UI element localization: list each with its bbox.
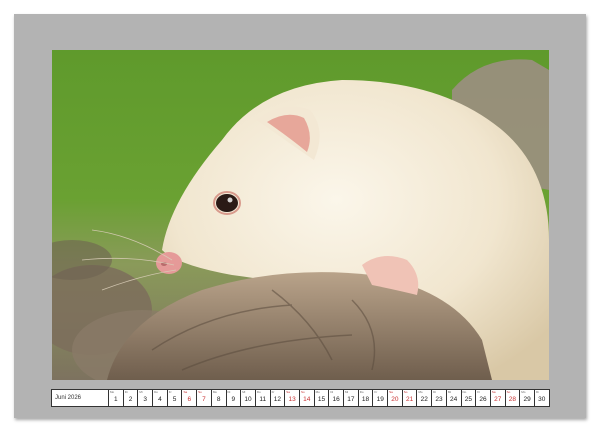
day-number: 23 [435, 396, 443, 403]
day-number: 9 [231, 396, 236, 403]
calendar-day-cell: Mi 17 [344, 389, 359, 407]
calendar-day-cell: Fr 5 [167, 389, 183, 407]
calendar-day-cell: So 14 [299, 389, 315, 407]
weekday-label: Di [535, 390, 539, 394]
ferret-photo [52, 50, 549, 380]
weekday-label: Mo [212, 390, 217, 394]
calendar-day-cell: Mo 22 [417, 389, 433, 407]
day-number: 20 [391, 396, 399, 403]
weekday-label: Sa [389, 390, 393, 394]
calendar-day-cell: Di 9 [226, 389, 242, 407]
calendar-day-cell: Di 23 [432, 389, 447, 407]
weekday-label: Sa [286, 390, 290, 394]
weekday-label: Mi [345, 390, 349, 394]
calendar-day-cell: Mo 8 [211, 389, 227, 407]
weekday-label: Mi [242, 390, 246, 394]
day-number: 26 [479, 396, 487, 403]
weekday-label: Di [433, 390, 436, 394]
day-number: 18 [361, 396, 370, 403]
day-number: 22 [420, 396, 428, 403]
day-number: 30 [538, 396, 546, 403]
calendar-day-cell: Fr 12 [270, 389, 286, 407]
day-number: 15 [317, 396, 326, 403]
weekday-label: So [300, 390, 305, 394]
weekday-label: Fr [271, 390, 275, 394]
calendar-day-cell: Mo 15 [314, 389, 330, 407]
day-number: 6 [187, 396, 192, 403]
day-number: 14 [303, 396, 311, 403]
calendar-day-cell: Mo 29 [520, 389, 535, 407]
weekday-label: Do [256, 390, 261, 394]
weekday-label: Mo [315, 390, 320, 394]
calendar-day-cell: Do 4 [153, 389, 168, 407]
calendar-day-cell: Di 2 [123, 389, 139, 407]
calendar-day-cell: Mi 10 [241, 389, 256, 407]
day-number: 11 [259, 396, 267, 403]
day-number: 27 [494, 396, 502, 403]
weekday-label: Mi [139, 390, 143, 394]
weekday-label: Mi [447, 390, 451, 394]
calendar-day-cell: Sa 6 [182, 389, 198, 407]
calendar-day-cell: So 21 [402, 389, 418, 407]
weekday-label: So [403, 390, 408, 394]
calendar-strip: Juni 2026 Mo 1 Di 2 Mi 3 Do 4 Fr 5 Sa 6 So 7 Mo 8 Di 9 Mi 1… [51, 389, 550, 407]
day-number: 28 [508, 396, 517, 403]
weekday-label: Di [227, 390, 231, 394]
weekday-label: Fr [374, 390, 378, 394]
day-number: 5 [172, 396, 177, 403]
day-number: 10 [244, 396, 252, 403]
weekday-label: Di [330, 390, 334, 394]
weekday-label: Do [462, 390, 467, 394]
calendar-day-cell: Mi 24 [446, 389, 462, 407]
weekday-label: Do [154, 390, 158, 394]
weekday-label: Fr [477, 390, 481, 394]
weekday-label: Mo [418, 390, 423, 394]
calendar-day-cell: Do 25 [461, 389, 477, 407]
weekday-label: So [198, 390, 202, 394]
day-number: 25 [464, 396, 472, 403]
day-number: 16 [332, 396, 340, 403]
calendar-day-cell: Sa 13 [285, 389, 300, 407]
calendar-day-cell: Do 11 [255, 389, 271, 407]
weekday-label: So [506, 390, 511, 394]
calendar-day-cell: Do 18 [358, 389, 374, 407]
day-number: 2 [128, 396, 133, 403]
weekday-label: Fr [168, 390, 172, 394]
calendar-day-cell: So 28 [505, 389, 521, 407]
calendar-day-cell: So 7 [197, 389, 212, 407]
weekday-label: Di [124, 390, 128, 394]
day-number: 13 [288, 396, 296, 403]
weekday-label: Mo [110, 390, 115, 394]
day-number: 21 [405, 396, 414, 403]
day-number: 17 [347, 396, 355, 403]
day-number: 29 [523, 396, 531, 403]
day-number: 4 [158, 396, 162, 403]
calendar-day-cell: Sa 20 [388, 389, 403, 407]
day-number: 19 [376, 396, 384, 403]
day-number: 8 [216, 396, 221, 403]
calendar-day-cell: Di 30 [534, 389, 550, 407]
day-number: 24 [450, 396, 458, 403]
calendar-day-cell: Di 16 [329, 389, 344, 407]
calendar-day-cell: Fr 19 [373, 389, 389, 407]
month-label: Juni 2026 [51, 389, 109, 407]
day-number: 3 [143, 396, 148, 403]
weekday-label: Sa [491, 390, 496, 394]
calendar-day-cell: Fr 26 [476, 389, 491, 407]
weekday-label: Mo [521, 390, 526, 394]
calendar-day-cell: Mo 1 [109, 389, 124, 407]
weekday-label: Sa [183, 390, 188, 394]
calendar-day-cell: Mi 3 [138, 389, 154, 407]
day-number: 12 [273, 396, 282, 403]
calendar-day-cell: Sa 27 [490, 389, 506, 407]
day-number: 1 [114, 396, 118, 403]
weekday-label: Do [359, 390, 364, 394]
day-number: 7 [202, 396, 206, 403]
